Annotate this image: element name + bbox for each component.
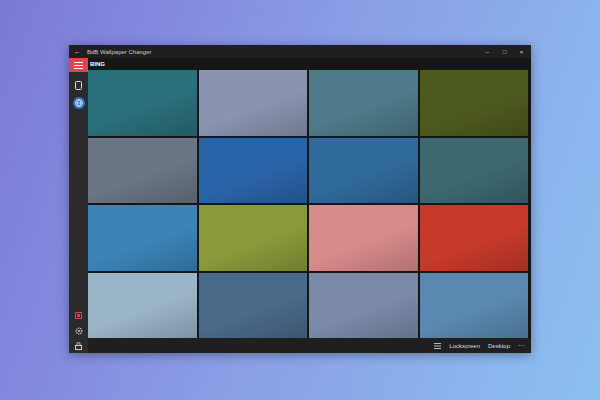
- menu-icon: [74, 62, 83, 69]
- wallpaper-tile[interactable]: [199, 273, 308, 339]
- desktop: ← BdB Wallpaper Changer –□ × BING Lockscreen D…: [0, 0, 600, 400]
- gear-icon: [75, 327, 83, 335]
- wallpaper-tile[interactable]: [309, 138, 418, 204]
- more-button[interactable]: ···: [518, 342, 525, 349]
- window-control-button[interactable]: □: [499, 49, 510, 55]
- wallpaper-tile[interactable]: [420, 138, 529, 204]
- wallpaper-tile[interactable]: [420, 205, 529, 271]
- wallpaper-tile[interactable]: [88, 205, 197, 271]
- wallpaper-tile[interactable]: [88, 138, 197, 204]
- window-title: BdB Wallpaper Changer: [87, 49, 151, 55]
- wallpaper-tile[interactable]: [309, 205, 418, 271]
- wallpaper-tile[interactable]: [199, 205, 308, 271]
- sidebar: [69, 58, 88, 353]
- sidebar-item[interactable]: [69, 94, 88, 112]
- command-button[interactable]: Lockscreen: [449, 343, 480, 349]
- list-icon[interactable]: [434, 343, 441, 349]
- wallpaper-tile[interactable]: [88, 273, 197, 339]
- sidebar-footer-item[interactable]: [69, 323, 88, 338]
- command-button[interactable]: Desktop: [488, 343, 510, 349]
- sidebar-footer-item[interactable]: [69, 338, 88, 353]
- tablet-icon: [75, 81, 82, 90]
- main-panel: BING Lockscreen Desktop ···: [88, 58, 531, 353]
- window-control-button[interactable]: –: [482, 49, 493, 55]
- sidebar-footer-item[interactable]: [69, 308, 88, 323]
- section-header: BING: [88, 58, 531, 70]
- lock-icon: [75, 342, 82, 350]
- wallpaper-tile[interactable]: [199, 70, 308, 136]
- wallpaper-tile[interactable]: [199, 138, 308, 204]
- globe-icon: [75, 99, 83, 107]
- back-button[interactable]: ←: [74, 48, 81, 55]
- wallpaper-tile[interactable]: [309, 70, 418, 136]
- wallpaper-grid: [88, 70, 531, 338]
- sidebar-item[interactable]: [69, 58, 88, 72]
- wallpaper-tile[interactable]: [420, 273, 529, 339]
- command-bar: Lockscreen Desktop ···: [88, 338, 531, 353]
- wallpaper-tile[interactable]: [88, 70, 197, 136]
- app-window: ← BdB Wallpaper Changer –□ × BING Lockscreen D…: [69, 45, 531, 353]
- wallpaper-tile[interactable]: [420, 70, 529, 136]
- wallpaper-tile[interactable]: [309, 273, 418, 339]
- favorite-icon: [75, 312, 82, 319]
- title-bar: ← BdB Wallpaper Changer –□ ×: [69, 45, 531, 58]
- window-control-button[interactable]: ×: [516, 49, 527, 55]
- sidebar-item[interactable]: [69, 76, 88, 94]
